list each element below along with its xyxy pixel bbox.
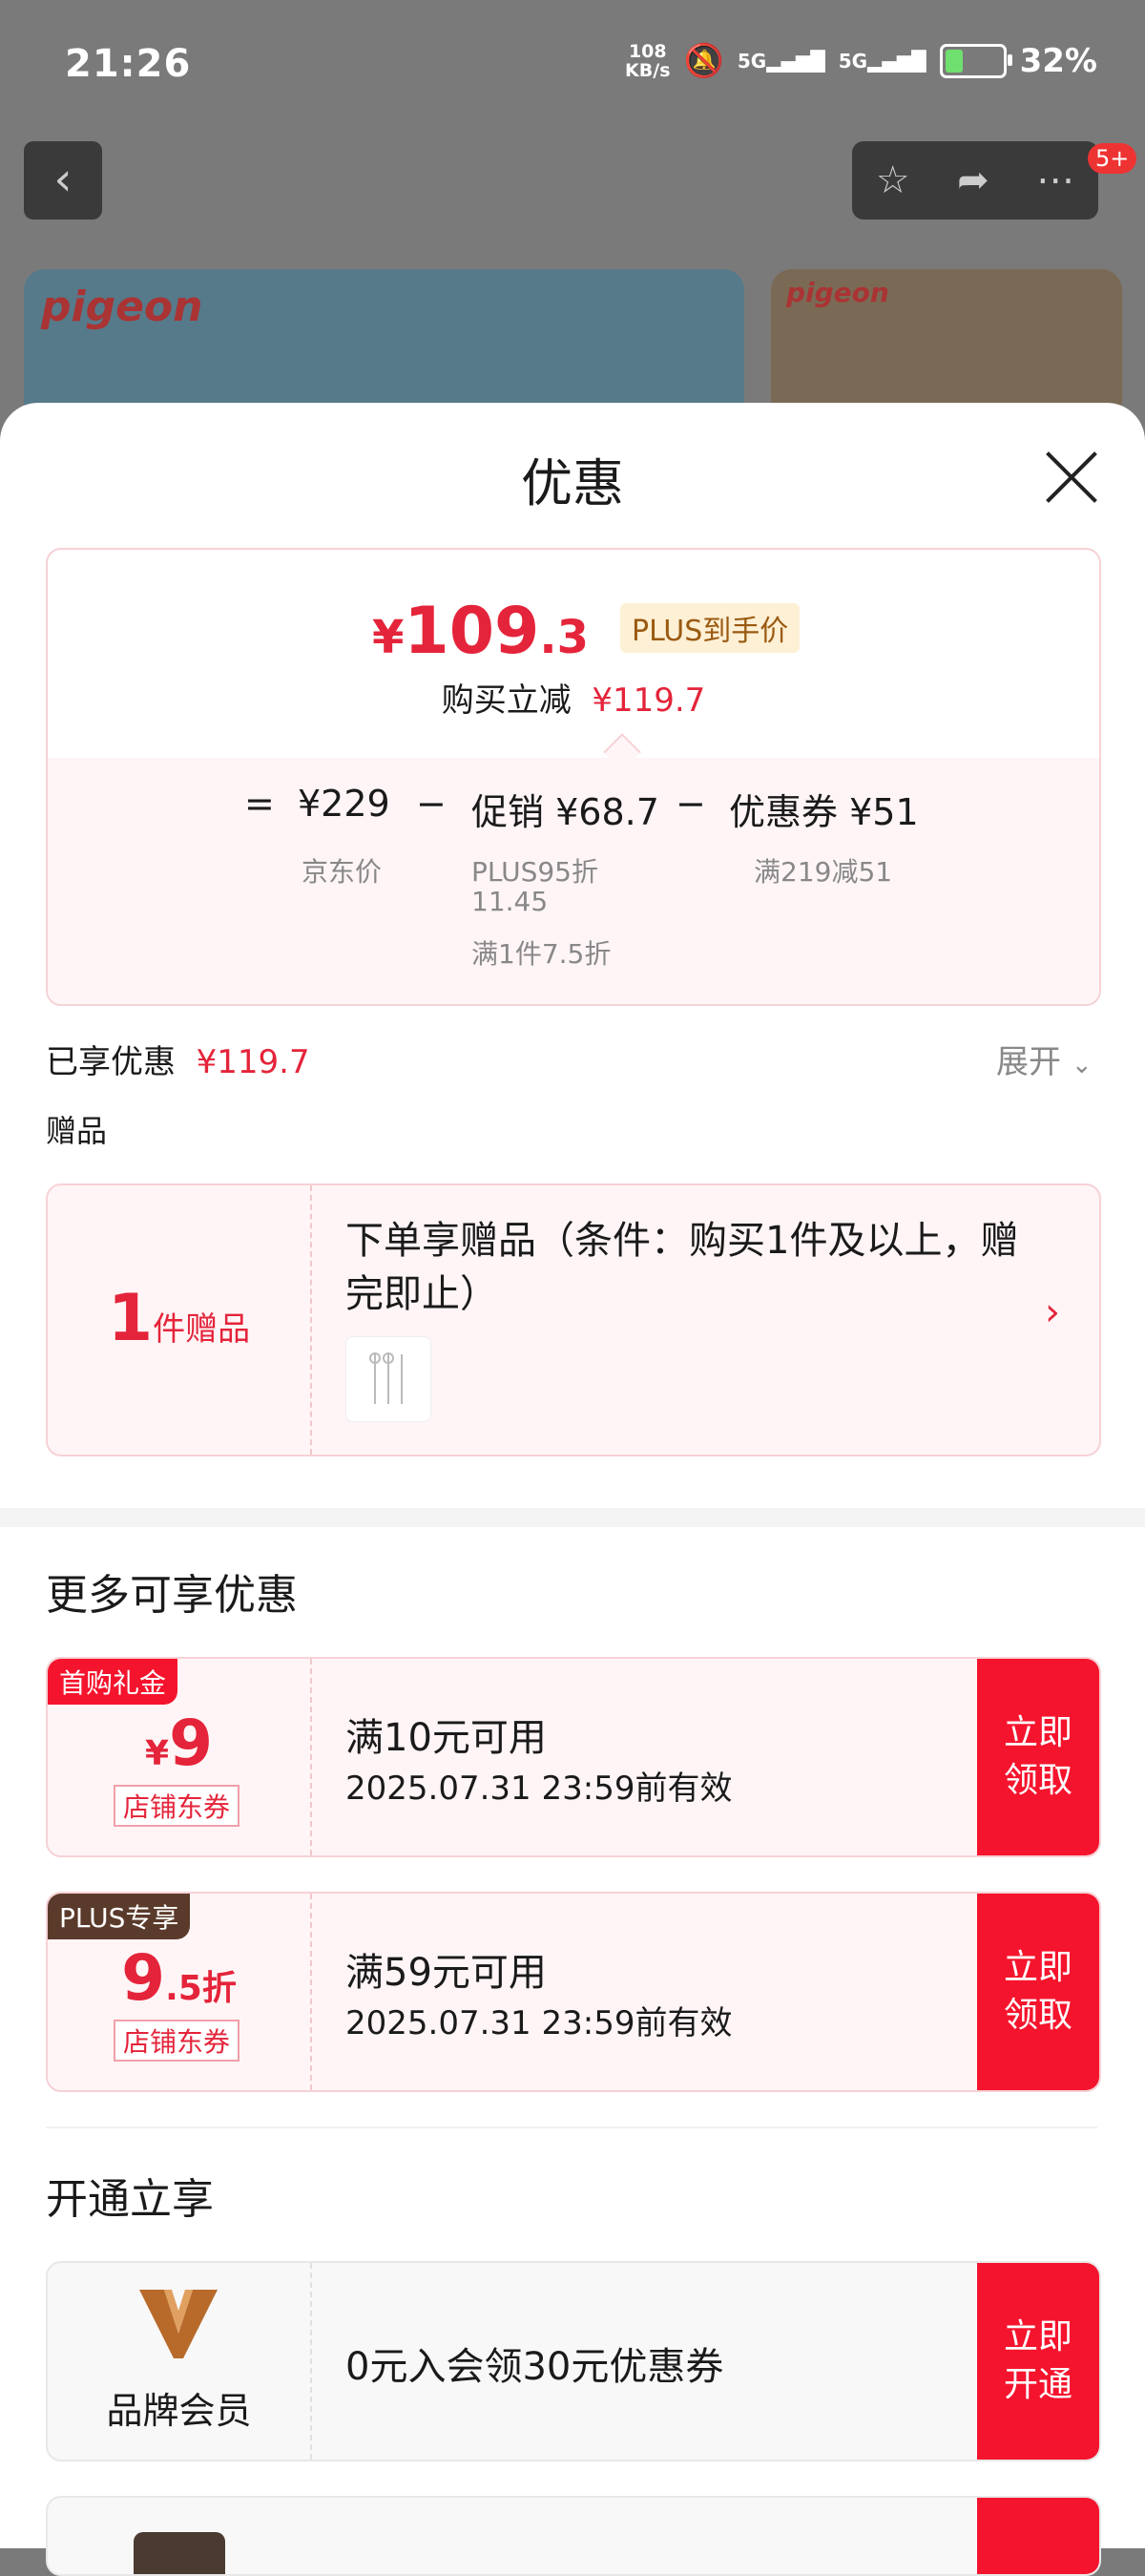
signal-icon-2: 5G▂▄▆█ — [838, 50, 926, 73]
coupon-value: ¥9 — [145, 1707, 213, 1780]
plus-price-tag: PLUS到手价 — [620, 603, 801, 653]
status-time: 21:26 — [65, 42, 192, 86]
product-banner-2[interactable]: pigeon — [771, 269, 1122, 422]
promo-note-1: PLUS95折 — [471, 856, 598, 888]
coupon-expiry: 2025.07.31 23:59前有效 — [345, 2004, 733, 2042]
enjoyed-discount: 已享优惠 ¥119.7 — [46, 1043, 310, 1081]
notification-badge: 5+ — [1088, 143, 1137, 174]
chevron-down-icon: ⌄ — [1071, 1051, 1093, 1079]
more-icon[interactable]: ⋯ — [1036, 158, 1074, 202]
claim-coupon-button[interactable]: 立即领取 — [977, 1659, 1099, 1855]
coupon-condition: 满59元可用 — [345, 1951, 547, 1995]
total-reduction: 购买立减 ¥119.7 — [441, 681, 706, 720]
mute-icon: 🔕 — [683, 42, 724, 80]
divider-line — [46, 2126, 1097, 2128]
sheet-title: 优惠 — [521, 453, 624, 513]
gift-section-label: 赠品 — [46, 1113, 108, 1149]
battery-percent: 32% — [1019, 42, 1097, 80]
gift-count: 1件赠品 — [107, 1281, 251, 1356]
coupon-card: 首购礼金 ¥9 店铺东券 满10元可用 2025.07.31 23:59前有效 … — [46, 1657, 1101, 1857]
status-icons: 108 KB/s 🔕 5G▂▄▆█ 5G▂▄▆█ 32% — [625, 42, 1097, 80]
header-toolbar: ☆ ➦ ⋯ — [852, 141, 1098, 220]
final-price: ¥109.3 — [372, 594, 589, 669]
status-bar: 21:26 108 KB/s 🔕 5G▂▄▆█ 5G▂▄▆█ 32% — [0, 0, 1145, 134]
base-price: ¥229 — [298, 783, 390, 825]
member-section-title: 开通立享 — [46, 2175, 214, 2224]
promo-note-2: 11.45 — [471, 886, 549, 917]
coupon-tag: 首购礼金 — [48, 1659, 178, 1705]
claim-coupon-button[interactable]: 立即领取 — [977, 1894, 1099, 2090]
gift-description: 下单享赠品（条件：购买1件及以上，赠完即止） — [345, 1219, 1019, 1316]
more-discounts-title: 更多可享优惠 — [46, 1571, 298, 1620]
section-divider — [0, 1508, 1145, 1527]
promo-note-3: 满1件7.5折 — [471, 938, 612, 970]
price-card: ¥109.3 PLUS到手价 购买立减 ¥119.7 = ¥229 京东价 − … — [46, 548, 1101, 1006]
partial-card-icon — [134, 2532, 225, 2574]
gift-card[interactable]: 1件赠品 下单享赠品（条件：购买1件及以上，赠完即止） › — [46, 1183, 1101, 1456]
coupon-tag: PLUS专享 — [48, 1894, 191, 1939]
member-offer-text: 0元入会领30元优惠券 — [345, 2345, 724, 2389]
coupon-amount: 优惠券 ¥51 — [729, 791, 919, 833]
coupon-note: 满219减51 — [754, 856, 893, 888]
equals-sign: = — [244, 783, 275, 825]
price-breakdown: = ¥229 京东价 − 促销 ¥68.7 PLUS95折 11.45 满1件7… — [48, 758, 1099, 1004]
close-icon[interactable] — [1043, 449, 1100, 506]
expand-toggle[interactable]: 展开 ⌄ — [996, 1036, 1093, 1082]
battery-icon — [939, 44, 1012, 78]
coupon-value-area: PLUS专享 9.5折 店铺东券 — [48, 1894, 312, 2090]
coupon-expiry: 2025.07.31 23:59前有效 — [345, 1770, 733, 1808]
chevron-right-icon[interactable]: › — [1045, 1290, 1060, 1334]
coupon-card: PLUS专享 9.5折 店铺东券 满59元可用 2025.07.31 23:59… — [46, 1892, 1101, 2092]
network-speed: 108 KB/s — [625, 41, 671, 81]
brand-logo: pigeon — [41, 283, 203, 331]
gift-divider — [310, 1185, 312, 1455]
member-card: 品牌会员 0元入会领30元优惠券 立即开通 — [46, 2261, 1101, 2461]
join-member-button[interactable]: 立即开通 — [977, 2263, 1099, 2460]
star-icon[interactable]: ☆ — [876, 158, 910, 202]
coupon-value: 9.5折 — [121, 1941, 237, 2015]
member-logo-area: 品牌会员 — [48, 2263, 312, 2460]
gift-thumbnail — [345, 1336, 431, 1422]
coupon-condition: 满10元可用 — [345, 1716, 547, 1760]
partial-card — [46, 2496, 1101, 2576]
partial-card-button[interactable] — [977, 2498, 1099, 2574]
brand-member-icon — [139, 2290, 218, 2358]
share-icon[interactable]: ➦ — [957, 158, 989, 202]
back-button[interactable]: ‹ — [24, 141, 102, 220]
promo-amount: 促销 ¥68.7 — [471, 791, 659, 833]
member-label: 品牌会员 — [106, 2390, 252, 2432]
signal-icon: 5G▂▄▆█ — [737, 50, 825, 73]
brand-logo-2: pigeon — [786, 277, 889, 308]
base-price-label: 京东价 — [302, 856, 383, 888]
coupon-type: 店铺东券 — [114, 2020, 240, 2062]
coupon-value-area: 首购礼金 ¥9 店铺东券 — [48, 1659, 312, 1855]
minus-sign-2: − — [676, 783, 706, 825]
minus-sign: − — [416, 783, 447, 825]
product-banner[interactable]: pigeon — [24, 269, 744, 422]
coupon-type: 店铺东券 — [114, 1785, 240, 1827]
